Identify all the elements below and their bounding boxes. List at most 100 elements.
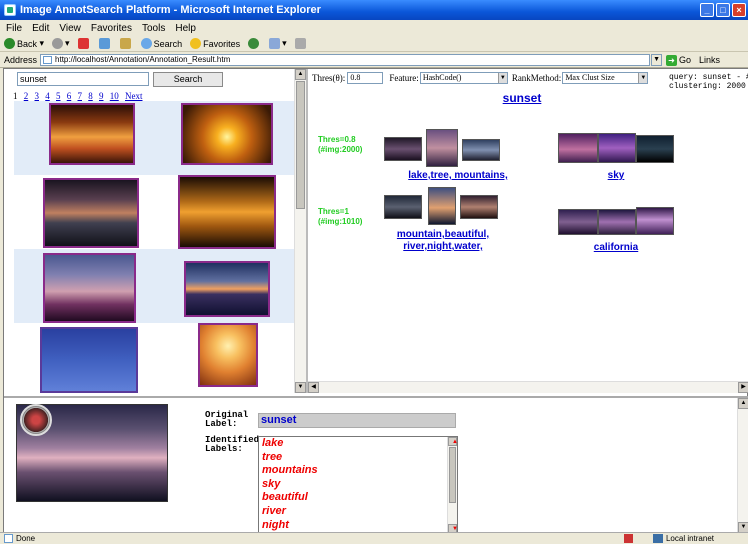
result-thumbnail[interactable] [40,327,138,393]
cluster-image[interactable] [558,209,598,235]
thres-label: Thres(θ): [312,73,346,83]
annotation-scrollbar[interactable]: ▲ ▼ [737,398,748,533]
menu-help[interactable]: Help [175,23,196,34]
cluster-hscrollbar[interactable]: ◀ ▶ [308,381,748,393]
cluster-image[interactable] [428,187,456,225]
result-thumbnail[interactable] [181,103,273,165]
history-button[interactable] [248,38,261,49]
favorites-button[interactable]: Favorites [190,38,240,49]
maximize-button[interactable]: □ [716,3,730,17]
menu-file[interactable]: File [6,23,22,34]
cluster-image[interactable] [598,209,636,235]
cluster-image[interactable] [426,129,458,167]
close-button[interactable]: × [732,3,746,17]
result-thumbnail[interactable] [49,103,135,165]
forward-arrow-icon [52,38,64,49]
page-link-8[interactable]: 8 [88,91,93,101]
search-input[interactable]: sunset [17,72,149,86]
scroll-up-arrow[interactable]: ▲ [448,437,458,446]
result-thumbnail[interactable] [178,175,276,249]
identified-labels-list[interactable]: lake tree mountains sky beautiful river … [258,436,458,533]
identified-label: river [262,504,286,517]
menu-favorites[interactable]: Favorites [91,23,132,34]
mail-icon [269,38,281,49]
page-link-7[interactable]: 7 [78,91,83,101]
address-url: http://localhost/Annotation/Annotation_R… [55,55,231,64]
cluster-label[interactable]: lake,tree, mountains, [384,170,532,182]
result-thumbnail[interactable] [43,253,136,323]
thres-input[interactable]: 0.8 [347,72,384,84]
page-link-5[interactable]: 5 [56,91,61,101]
page-done-icon [4,534,13,543]
back-button[interactable]: Back ▾ [4,38,44,49]
print-icon [294,38,306,49]
scroll-thumb[interactable] [296,81,305,209]
result-row [14,175,296,249]
cluster-image[interactable] [636,207,674,235]
scroll-right-arrow[interactable]: ▶ [738,382,748,393]
threshold-label-1: Thres=1 (#img:1010) [318,207,363,226]
feature-select[interactable]: HashCode() ▼ [419,72,508,84]
home-button[interactable] [119,38,133,49]
menu-bar: File Edit View Favorites Tools Help [0,20,748,36]
scroll-up-arrow[interactable]: ▲ [295,69,306,80]
page-link-6[interactable]: 6 [67,91,72,101]
rank-select[interactable]: Max Clust Size ▼ [562,72,649,84]
forward-button[interactable]: ▾ [52,38,70,49]
cluster-image[interactable] [384,195,422,219]
page-link-4[interactable]: 4 [45,91,50,101]
menu-tools[interactable]: Tools [142,23,165,34]
seal-logo [20,404,52,436]
page-link-2[interactable]: 2 [24,91,29,101]
menu-edit[interactable]: Edit [32,23,49,34]
scroll-up-arrow[interactable]: ▲ [738,398,748,409]
menu-view[interactable]: View [59,23,81,34]
result-thumbnail[interactable] [43,178,139,248]
cluster-image[interactable] [598,133,636,163]
page-link-10[interactable]: 10 [110,91,119,101]
history-icon [248,38,260,49]
cluster-group: mountain,beautiful, river,night,water, [384,187,504,257]
search-button[interactable]: Search [153,72,223,87]
status-bar: Done Local intranet [0,532,748,544]
address-dropdown[interactable]: ▼ [651,54,663,66]
cluster-image[interactable] [460,195,498,219]
minimize-button[interactable]: _ [700,3,714,17]
links-button[interactable]: Links [699,55,720,65]
labels-scrollbar[interactable]: ▲ ▼ [447,437,458,533]
feature-label: Feature: [389,73,419,83]
query-title[interactable]: sunset [308,91,736,105]
cluster-image[interactable] [558,133,598,163]
cluster-label[interactable]: mountain,beautiful, river,night,water, [384,229,502,253]
identified-label: sky [262,477,281,490]
search-button-tb[interactable]: Search [140,38,182,49]
page-link-1: 1 [13,91,18,101]
result-thumbnail[interactable] [198,323,258,387]
scroll-left-arrow[interactable]: ◀ [308,382,319,393]
results-scrollbar[interactable]: ▲ ▼ [294,69,306,393]
refresh-button[interactable] [98,38,112,49]
cluster-group: california [558,207,678,259]
address-label: Address [4,55,38,65]
original-label-value: sunset [258,413,456,428]
cluster-label[interactable]: california [558,242,674,254]
cluster-group: lake,tree, mountains, [384,127,508,185]
mail-button[interactable]: ▾ [269,38,287,49]
scroll-thumb[interactable] [449,447,456,503]
next-page-link[interactable]: Next [125,91,143,101]
cluster-image[interactable] [462,139,500,161]
go-button[interactable]: ➜ Go [666,54,691,66]
address-input[interactable]: http://localhost/Annotation/Annotation_R… [40,54,651,66]
scroll-down-arrow[interactable]: ▼ [295,382,306,393]
cluster-label[interactable]: sky [558,170,674,182]
search-icon [140,38,152,49]
address-bar: Address http://localhost/Annotation/Anno… [0,53,748,68]
result-thumbnail[interactable] [184,261,270,317]
cluster-image[interactable] [384,137,422,161]
print-button[interactable] [294,38,308,49]
stop-button[interactable] [77,38,91,49]
page-link-9[interactable]: 9 [99,91,104,101]
clustering-frame: Thres(θ): 0.8 Feature: HashCode() ▼ RankM… [308,69,748,393]
page-link-3[interactable]: 3 [35,91,40,101]
cluster-image[interactable] [636,135,674,163]
